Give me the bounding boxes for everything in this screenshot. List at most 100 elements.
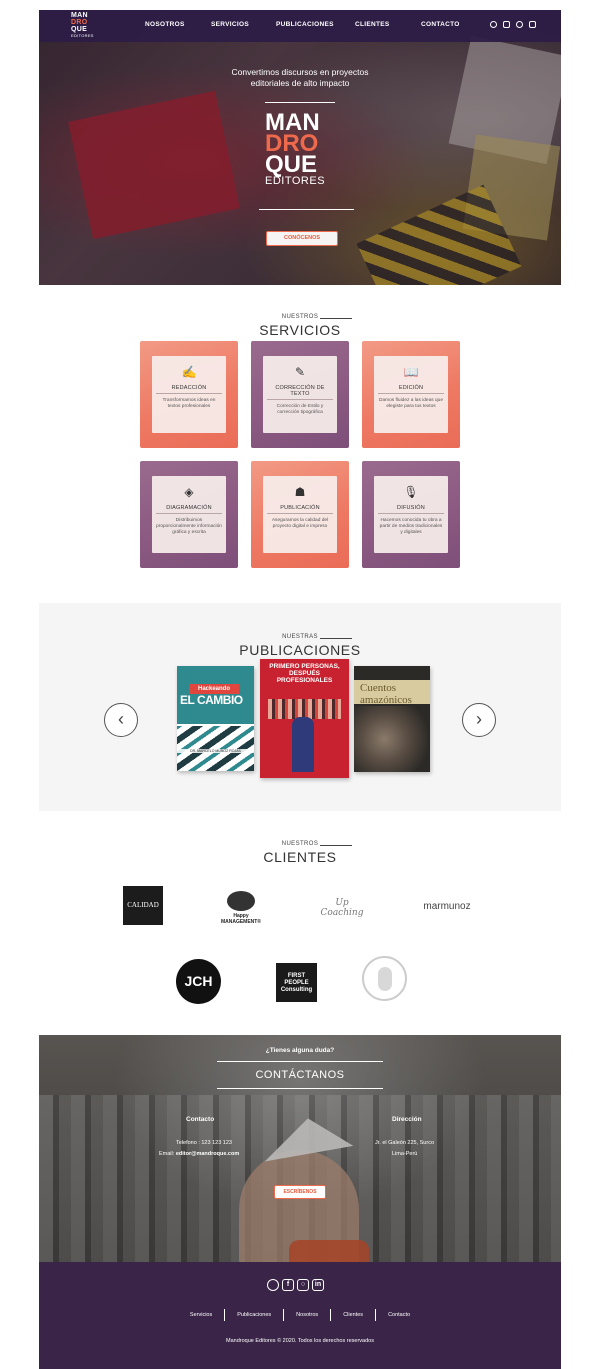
service-card-inner: ✍ REDACCIÓN Transformamos ideas en texto… [152, 356, 226, 433]
clients-heading: NUESTROS CLIENTES [0, 832, 600, 864]
client-logo-circle [362, 956, 407, 1001]
whatsapp-icon[interactable] [490, 21, 497, 28]
nav-link-nosotros[interactable]: NOSOTROS [145, 21, 185, 28]
footer-separator [375, 1309, 377, 1321]
open-book-icon: 📖 [403, 365, 419, 379]
whatsapp-icon[interactable] [267, 1279, 279, 1291]
service-name: EDICIÓN [378, 385, 444, 394]
chevron-left-icon: ‹ [118, 709, 124, 729]
address-heading: Dirección [392, 1116, 422, 1123]
edit-document-icon: ✎ [294, 365, 306, 379]
service-card-redaccion[interactable]: ✍ REDACCIÓN Transformamos ideas en texto… [140, 341, 238, 448]
footer-copyright: Mandroque Editores © 2020. Todos los der… [226, 1338, 374, 1344]
contact-section: ¿Tienes alguna duda? CONTÁCTANOS Contact… [39, 1035, 561, 1262]
contact-email-link[interactable]: editor@mandroque.com [176, 1151, 239, 1157]
hero-tagline-line-2: editoriales de alto impacto [250, 78, 350, 88]
escribenos-button[interactable]: ESCRÍBENOS [274, 1185, 326, 1199]
footer-link-nosotros[interactable]: Nosotros [296, 1312, 318, 1318]
nav-link-contacto[interactable]: CONTACTO [421, 21, 460, 28]
nav-logo-line-2: DRO [71, 19, 88, 26]
service-card-inner: 📖 EDICIÓN Damos fluidez a las ideas que … [374, 356, 448, 433]
service-name: DIFUSIÓN [378, 505, 444, 514]
service-card-difusion[interactable]: 🎙 DIFUSIÓN Hacemos conocida tu obra a pa… [362, 461, 460, 568]
nav-link-clientes[interactable]: CLIENTES [355, 21, 390, 28]
services-heading: NUESTROS SERVICIOS [0, 305, 600, 337]
book-illustration-crowd [268, 699, 341, 719]
facebook-icon[interactable] [503, 21, 510, 28]
nav-link-servicios[interactable]: SERVICIOS [211, 21, 249, 28]
publications-title: PUBLICACIONES [239, 642, 361, 658]
service-desc: Hacemos conocida tu obra a partir de med… [379, 518, 443, 535]
facebook-icon[interactable]: f [282, 1279, 294, 1291]
contact-divider-top [217, 1061, 383, 1062]
client-logo-text: Up Coaching [320, 898, 364, 918]
nav-link-publicaciones[interactable]: PUBLICACIONES [276, 21, 334, 28]
footer: f ○ in Servicios Publicaciones Nosotros Cli… [39, 1262, 561, 1369]
address-line-1: Jr. el Galeón 225, Surco [375, 1140, 435, 1146]
linkedin-icon[interactable] [529, 21, 536, 28]
client-logo-jch: JCH [176, 959, 221, 1004]
client-logo-up-coaching: Up Coaching [318, 898, 366, 918]
linkedin-icon[interactable]: in [312, 1279, 324, 1291]
publications-section: NUESTRAS PUBLICACIONES ‹ › Hackeando EL … [39, 603, 561, 811]
book-author: DR. MARCELO MUÑOZ ROJAS [177, 749, 254, 753]
services-pre-title: NUESTROS [281, 314, 352, 320]
clients-pre-title: NUESTROS [281, 841, 352, 847]
contact-email-label: Email: [159, 1151, 175, 1157]
service-name: DIAGRAMACIÓN [156, 505, 222, 514]
book-illustration-snake [354, 706, 430, 772]
footer-nav: Servicios Publicaciones Nosotros Clientes Co… [39, 1309, 561, 1321]
book-cover-hackeando[interactable]: Hackeando EL CAMBIO DR. MARCELO MUÑOZ RO… [177, 666, 254, 771]
contact-question: ¿Tienes alguna duda? [265, 1047, 335, 1054]
chevron-right-icon: › [476, 709, 482, 729]
footer-link-contacto[interactable]: Contacto [388, 1312, 410, 1318]
contact-heading: Contacto [186, 1116, 215, 1123]
service-card-inner: ✎ CORRECCIÓN DE TEXTO Corrección de Esti… [263, 356, 337, 433]
carousel-next-button[interactable]: › [462, 703, 496, 737]
hero-logo-subtitle: EDITORES [265, 175, 326, 187]
instagram-icon[interactable]: ○ [297, 1279, 309, 1291]
footer-link-clientes[interactable]: Clientes [343, 1312, 363, 1318]
service-desc: Distribuimos proporcionalmente informaci… [156, 518, 222, 535]
writing-hand-icon: ✍ [181, 365, 197, 379]
client-logo-text: Happy MANAGEMENT® [220, 913, 262, 925]
publications-heading: NUESTRAS PUBLICACIONES [0, 625, 600, 657]
hero-banner: MAN DRO QUE EDITORES NOSOTROS SERVICIOS … [39, 10, 561, 285]
footer-separator [224, 1309, 226, 1321]
carousel-prev-button[interactable]: ‹ [104, 703, 138, 737]
service-desc: Damos fluidez a las ideas que elegiste p… [379, 398, 443, 409]
book-title: Cuentos amazónicos [360, 682, 412, 706]
service-card-inner: ◈ DIAGRAMACIÓN Distribuimos proporcional… [152, 476, 226, 553]
book-cover-primero-personas[interactable]: PRIMERO PERSONAS, DESPUÉS PROFESIONALES [260, 659, 349, 778]
footer-separator [330, 1309, 332, 1321]
service-desc: Transformamos ideas en textos profesiona… [162, 398, 216, 409]
service-card-edicion[interactable]: 📖 EDICIÓN Damos fluidez a las ideas que … [362, 341, 460, 448]
service-desc: Aseguramos la calidad del proyecto digit… [271, 518, 329, 529]
client-logo-marmunoz: marmunoz [415, 901, 479, 917]
hero-tagline-divider [265, 102, 335, 103]
footer-link-servicios[interactable]: Servicios [190, 1312, 212, 1318]
contact-divider-bottom [217, 1088, 383, 1089]
client-logo-mark [377, 967, 392, 991]
footer-link-publicaciones[interactable]: Publicaciones [237, 1312, 271, 1318]
top-nav: MAN DRO QUE EDITORES NOSOTROS SERVICIOS … [39, 10, 561, 42]
nav-logo-line-1: MAN [71, 12, 88, 19]
conocenos-button[interactable]: CONÓCENOS [266, 231, 338, 246]
client-logo-first-people: FIRST PEOPLE Consulting [276, 963, 317, 1002]
nav-logo[interactable]: MAN DRO QUE EDITORES [71, 12, 93, 38]
book-title-main: EL CAMBIO [180, 693, 243, 707]
layers-icon: ◈ [184, 485, 194, 499]
book-cover-cuentos[interactable]: Cuentos amazónicos [354, 666, 430, 772]
service-card-publicacion[interactable]: ☗ PUBLICACIÓN Aseguramos la calidad del … [251, 461, 349, 568]
footer-separator [283, 1309, 285, 1321]
service-card-diagramacion[interactable]: ◈ DIAGRAMACIÓN Distribuimos proporcional… [140, 461, 238, 568]
service-card-correccion[interactable]: ✎ CORRECCIÓN DE TEXTO Corrección de Esti… [251, 341, 349, 448]
contact-phone: Telefono : 123 123 123 [176, 1140, 232, 1146]
clients-title: CLIENTES [263, 849, 337, 865]
client-logo-text: FIRST PEOPLE Consulting [280, 973, 313, 993]
service-name: PUBLICACIÓN [267, 505, 333, 514]
book-illustration-figure [292, 717, 314, 772]
instagram-icon[interactable] [516, 21, 523, 28]
contact-email-row: Email: editor@mandroque.com [159, 1151, 239, 1157]
book-title: PRIMERO PERSONAS, DESPUÉS PROFESIONALES [269, 663, 340, 684]
